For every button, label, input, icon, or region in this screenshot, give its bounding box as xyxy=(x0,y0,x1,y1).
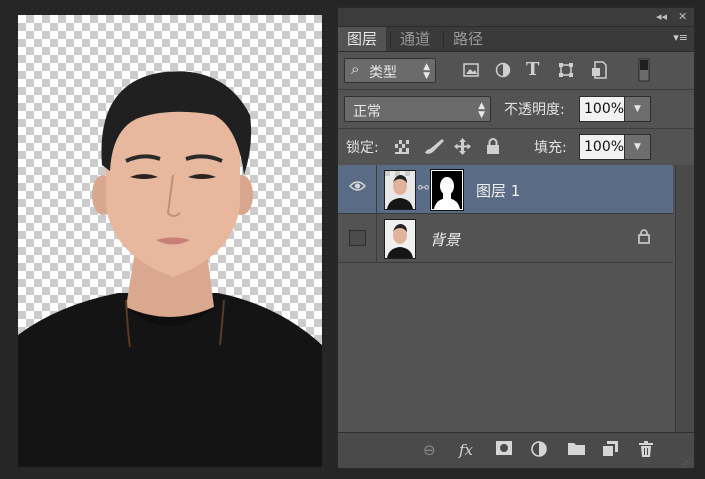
filter-toggle-icon[interactable] xyxy=(638,58,650,86)
close-panel-icon[interactable]: ✕ xyxy=(678,10,687,23)
panel-menu-icon[interactable]: ▾≡ xyxy=(673,31,688,44)
layer-row[interactable]: ⚯ 图层 1 xyxy=(338,165,673,214)
lock-label: 锁定: xyxy=(346,140,379,156)
layers-list: ⚯ 图层 1 背景 xyxy=(338,165,675,432)
filter-kind-dropdown[interactable]: ⌕ 类型 ▲ ▼ xyxy=(344,58,436,83)
search-icon: ⌕ xyxy=(351,60,360,78)
layer-thumbnail[interactable] xyxy=(384,170,416,210)
lock-row: 锁定: 填充: 100% ▼ xyxy=(338,129,694,166)
add-mask-icon[interactable] xyxy=(496,441,512,459)
layer-name[interactable]: 图层 1 xyxy=(476,180,520,201)
type-filter-icon[interactable]: T xyxy=(526,59,539,80)
mask-link-icon[interactable]: ⚯ xyxy=(418,181,429,196)
eye-icon xyxy=(349,180,366,196)
layer-mask-thumbnail[interactable] xyxy=(430,169,464,211)
new-adjustment-icon[interactable] xyxy=(531,441,547,461)
opacity-label: 不透明度: xyxy=(504,102,565,118)
hidden-visibility-box xyxy=(349,230,366,246)
layer-name[interactable]: 背景 xyxy=(430,229,460,250)
visibility-toggle[interactable] xyxy=(338,165,377,213)
layer-filter-row: ⌕ 类型 ▲ ▼ T xyxy=(338,52,694,90)
layer-lock-icon xyxy=(638,229,650,248)
collapse-panel-icon[interactable]: ◂◂ xyxy=(656,10,667,23)
blend-mode-value: 正常 xyxy=(353,104,381,120)
panel-title-strip: ◂◂ ✕ xyxy=(338,8,694,27)
adjustment-filter-icon[interactable] xyxy=(495,62,511,82)
filter-kind-label: 类型 xyxy=(369,65,397,81)
fill-label: 填充: xyxy=(534,140,567,156)
layers-panel: ◂◂ ✕ 图层 通道 路径 ▾≡ ⌕ 类型 ▲ ▼ T 正常 ▲ ▼ 不透明度:… xyxy=(337,7,695,469)
fill-slider-button[interactable]: ▼ xyxy=(624,134,651,160)
blend-mode-row: 正常 ▲ ▼ 不透明度: 100% ▼ xyxy=(338,90,694,129)
lock-transparent-pixels-icon[interactable] xyxy=(395,140,409,158)
fill-input[interactable]: 100% xyxy=(579,134,625,160)
resize-grip-icon[interactable]: ⋰ xyxy=(683,457,691,466)
new-layer-icon[interactable] xyxy=(603,441,618,460)
lock-position-icon[interactable] xyxy=(454,138,471,159)
image-filter-icon[interactable] xyxy=(463,63,479,81)
chevron-updown-icon: ▲ ▼ xyxy=(423,62,430,81)
lock-all-icon[interactable] xyxy=(486,138,500,159)
delete-layer-icon[interactable] xyxy=(639,441,653,461)
portrait-photo xyxy=(18,71,322,467)
document-canvas[interactable] xyxy=(18,15,322,467)
new-group-icon[interactable] xyxy=(568,441,585,459)
chevron-updown-icon: ▲ ▼ xyxy=(478,101,485,120)
panel-tabs: 图层 通道 路径 ▾≡ xyxy=(338,27,694,52)
smart-object-filter-icon[interactable] xyxy=(591,61,607,83)
opacity-input[interactable]: 100% xyxy=(579,96,625,122)
layers-bottom-toolbar: ⊖ fx ⋰ xyxy=(338,432,694,468)
opacity-slider-button[interactable]: ▼ xyxy=(624,96,651,122)
layer-thumbnail[interactable] xyxy=(384,219,416,259)
layer-row[interactable]: 背景 xyxy=(338,214,673,263)
tab-paths[interactable]: 路径 xyxy=(444,27,492,51)
shape-filter-icon[interactable] xyxy=(558,62,574,82)
blend-mode-dropdown[interactable]: 正常 ▲ ▼ xyxy=(344,96,491,122)
tab-channels[interactable]: 通道 xyxy=(391,27,439,51)
visibility-toggle[interactable] xyxy=(338,214,377,262)
layers-scrollbar[interactable] xyxy=(675,165,694,432)
tab-layers[interactable]: 图层 xyxy=(338,27,387,51)
link-layers-icon[interactable]: ⊖ xyxy=(423,441,436,459)
layer-style-icon[interactable]: fx xyxy=(459,441,473,459)
lock-image-pixels-icon[interactable] xyxy=(423,137,445,159)
